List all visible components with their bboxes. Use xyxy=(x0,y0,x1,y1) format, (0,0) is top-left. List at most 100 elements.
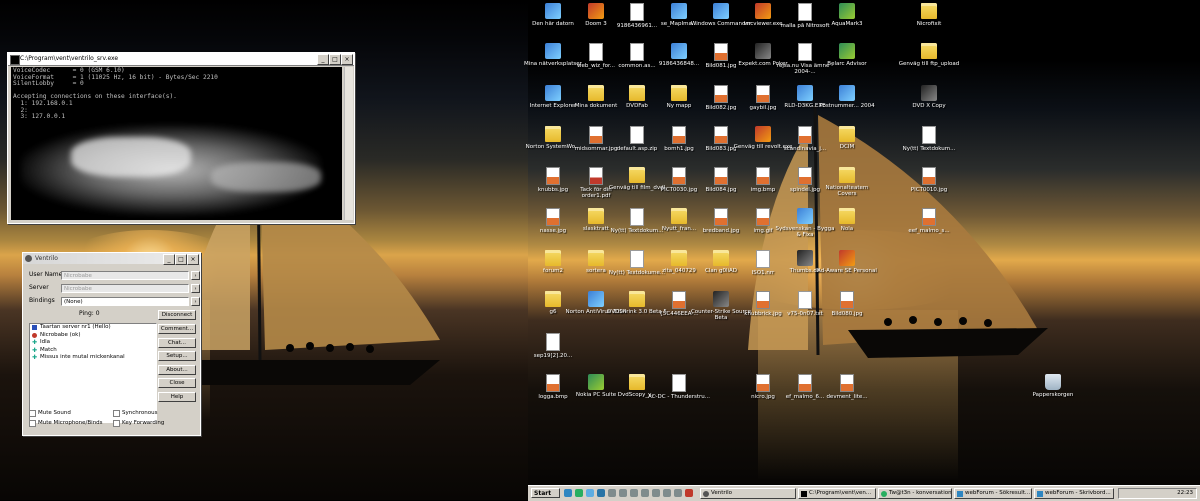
synchronous-checkbox[interactable]: Synchronous xyxy=(113,409,157,417)
key-forwarding-checkbox[interactable]: Key Forwarding xyxy=(113,419,164,427)
quicklaunch-icon[interactable] xyxy=(652,489,660,497)
mute-microphone-checkbox[interactable]: Mute Microphone/Binds xyxy=(29,419,103,427)
quicklaunch-icon[interactable] xyxy=(575,489,583,497)
desktop-icon[interactable]: Nicrofixit xyxy=(898,3,960,47)
quicklaunch-icon[interactable] xyxy=(608,489,616,497)
tree-item[interactable]: Taartan server nr1 (Hello) xyxy=(30,324,156,332)
desktop-icon[interactable]: AC-DC - Thunderstru... xyxy=(648,374,710,418)
desktop-icon[interactable]: DCIM xyxy=(816,126,878,170)
mute-sound-checkbox[interactable]: Mute Sound xyxy=(29,409,71,417)
comment-button[interactable]: Comment... xyxy=(158,324,196,334)
tree-item[interactable]: ✚ Idla xyxy=(30,339,156,347)
console-window[interactable]: C:\Program\vent\ventrilo_srv.exe _ □ × V… xyxy=(7,52,355,224)
image-icon xyxy=(672,167,686,185)
desktop-icon[interactable]: AquaMark3 xyxy=(816,3,878,47)
document-icon xyxy=(756,250,770,268)
console-title-bar[interactable]: C:\Program\vent\ventrilo_srv.exe _ □ × xyxy=(8,53,354,66)
console-scrollbar[interactable] xyxy=(344,67,353,220)
ventrilo-window[interactable]: Ventrilo _ □ × User Name Nicrobabe › Ser… xyxy=(22,252,201,436)
app-icon xyxy=(755,3,771,19)
app-icon xyxy=(839,85,855,101)
quicklaunch-icon[interactable] xyxy=(597,489,605,497)
desktop-icon[interactable]: eef_malmo_s... xyxy=(898,208,960,252)
app-icon xyxy=(798,43,812,61)
quicklaunch-icon[interactable] xyxy=(586,489,594,497)
system-tray[interactable]: 22:23 xyxy=(1118,488,1197,499)
close-vent-button[interactable]: Close xyxy=(158,378,196,388)
browser-icon xyxy=(1037,491,1043,497)
minimize-button[interactable]: _ xyxy=(317,54,329,65)
user-name-field[interactable]: Nicrobabe xyxy=(61,271,189,280)
image-icon xyxy=(756,167,770,185)
task-console[interactable]: C:\Program\vent\ven... xyxy=(798,488,876,499)
tree-item[interactable]: ✚ Match xyxy=(30,347,156,355)
desktop-icon[interactable]: Nationalteatern Covers xyxy=(816,167,878,211)
document-icon xyxy=(589,43,603,61)
close-button[interactable]: × xyxy=(187,254,199,265)
start-button[interactable]: Start xyxy=(531,488,560,498)
ventrilo-title-bar[interactable]: Ventrilo _ □ × xyxy=(23,253,200,265)
folder-icon xyxy=(545,126,561,142)
minimize-button[interactable]: _ xyxy=(163,254,175,265)
desktop-icon[interactable]: Papperskorgen xyxy=(1022,374,1084,418)
desktop-icon[interactable]: Belarc Advisor xyxy=(816,43,878,87)
image-icon xyxy=(840,291,854,309)
desktop-icon[interactable]: DVD X Copy xyxy=(898,85,960,129)
bindings-label: Bindings xyxy=(29,297,55,304)
about-button[interactable]: About... xyxy=(158,365,196,375)
desktop-icon[interactable]: Postnummer... 2004 xyxy=(816,85,878,129)
quicklaunch-icon[interactable] xyxy=(564,489,572,497)
desktop-icon[interactable]: sep19[2].20... xyxy=(522,333,584,377)
tree-item[interactable]: Nicrobabe (ok) xyxy=(30,332,156,340)
user-icon xyxy=(32,332,37,338)
setup-button[interactable]: Setup... xyxy=(158,351,196,361)
quicklaunch-icon[interactable] xyxy=(641,489,649,497)
server-edit-button[interactable]: › xyxy=(191,284,200,293)
image-icon xyxy=(714,126,728,144)
bindings-select[interactable]: (None) xyxy=(61,297,189,306)
folder-icon xyxy=(921,3,937,19)
messenger-icon xyxy=(881,491,887,497)
task-webforum-desktop[interactable]: webForum - Skrivbord... xyxy=(1034,488,1114,499)
close-button[interactable]: × xyxy=(341,54,353,65)
task-webforum-search[interactable]: webForum - Sökresult... xyxy=(954,488,1032,499)
desktop-icon[interactable]: Ny(tt) Textdokum... xyxy=(898,126,960,170)
maximize-button[interactable]: □ xyxy=(175,254,187,265)
maximize-button[interactable]: □ xyxy=(329,54,341,65)
app-icon xyxy=(797,85,813,101)
server-field[interactable]: Nicrobabe xyxy=(61,284,189,293)
help-button[interactable]: Help xyxy=(158,392,196,402)
server-label: Server xyxy=(29,284,49,291)
desktop-icon[interactable]: Genväg till ftp_upload xyxy=(898,43,960,87)
quicklaunch-icon[interactable] xyxy=(619,489,627,497)
console-output[interactable]: VoiceCodec = 0 (GSM 6.10) VoiceFormat = … xyxy=(11,67,342,220)
quicklaunch-icon[interactable] xyxy=(685,489,693,497)
clock: 22:23 xyxy=(1177,490,1193,496)
redacted-region xyxy=(211,162,321,192)
desktop-icon[interactable]: PICT0010.jpg xyxy=(898,167,960,211)
browser-icon xyxy=(797,208,813,224)
quicklaunch-icon[interactable] xyxy=(674,489,682,497)
document-icon xyxy=(797,250,813,266)
user-name-edit-button[interactable]: › xyxy=(191,271,200,280)
desktop-icon[interactable]: Bild080.jpg xyxy=(816,291,878,335)
task-ventrilo[interactable]: Ventrilo xyxy=(700,488,796,499)
folder-icon xyxy=(629,374,645,390)
bindings-edit-button[interactable]: › xyxy=(191,297,200,306)
channel-icon: ✚ xyxy=(32,354,38,361)
app-icon xyxy=(713,3,729,19)
desktop-icon[interactable]: devment_lite... xyxy=(816,374,878,418)
tree-item[interactable]: ✚ Missus inte mutal mickenkanal xyxy=(30,354,156,362)
start-label: Start xyxy=(534,490,552,497)
disconnect-button[interactable]: Disconnect xyxy=(158,310,196,320)
desktop-icon[interactable]: Nola xyxy=(816,208,878,252)
quicklaunch-icon[interactable] xyxy=(663,489,671,497)
app-icon xyxy=(839,43,855,59)
channel-tree[interactable]: Taartan server nr1 (Hello) Nicrobabe (ok… xyxy=(29,323,157,423)
desktop-icon[interactable]: Ad-Aware SE Personal xyxy=(816,250,878,294)
task-messenger[interactable]: Tw@t3n - konversation xyxy=(878,488,952,499)
chat-button[interactable]: Chat... xyxy=(158,338,196,348)
document-icon xyxy=(630,126,644,144)
document-icon xyxy=(672,374,686,392)
quicklaunch-icon[interactable] xyxy=(630,489,638,497)
